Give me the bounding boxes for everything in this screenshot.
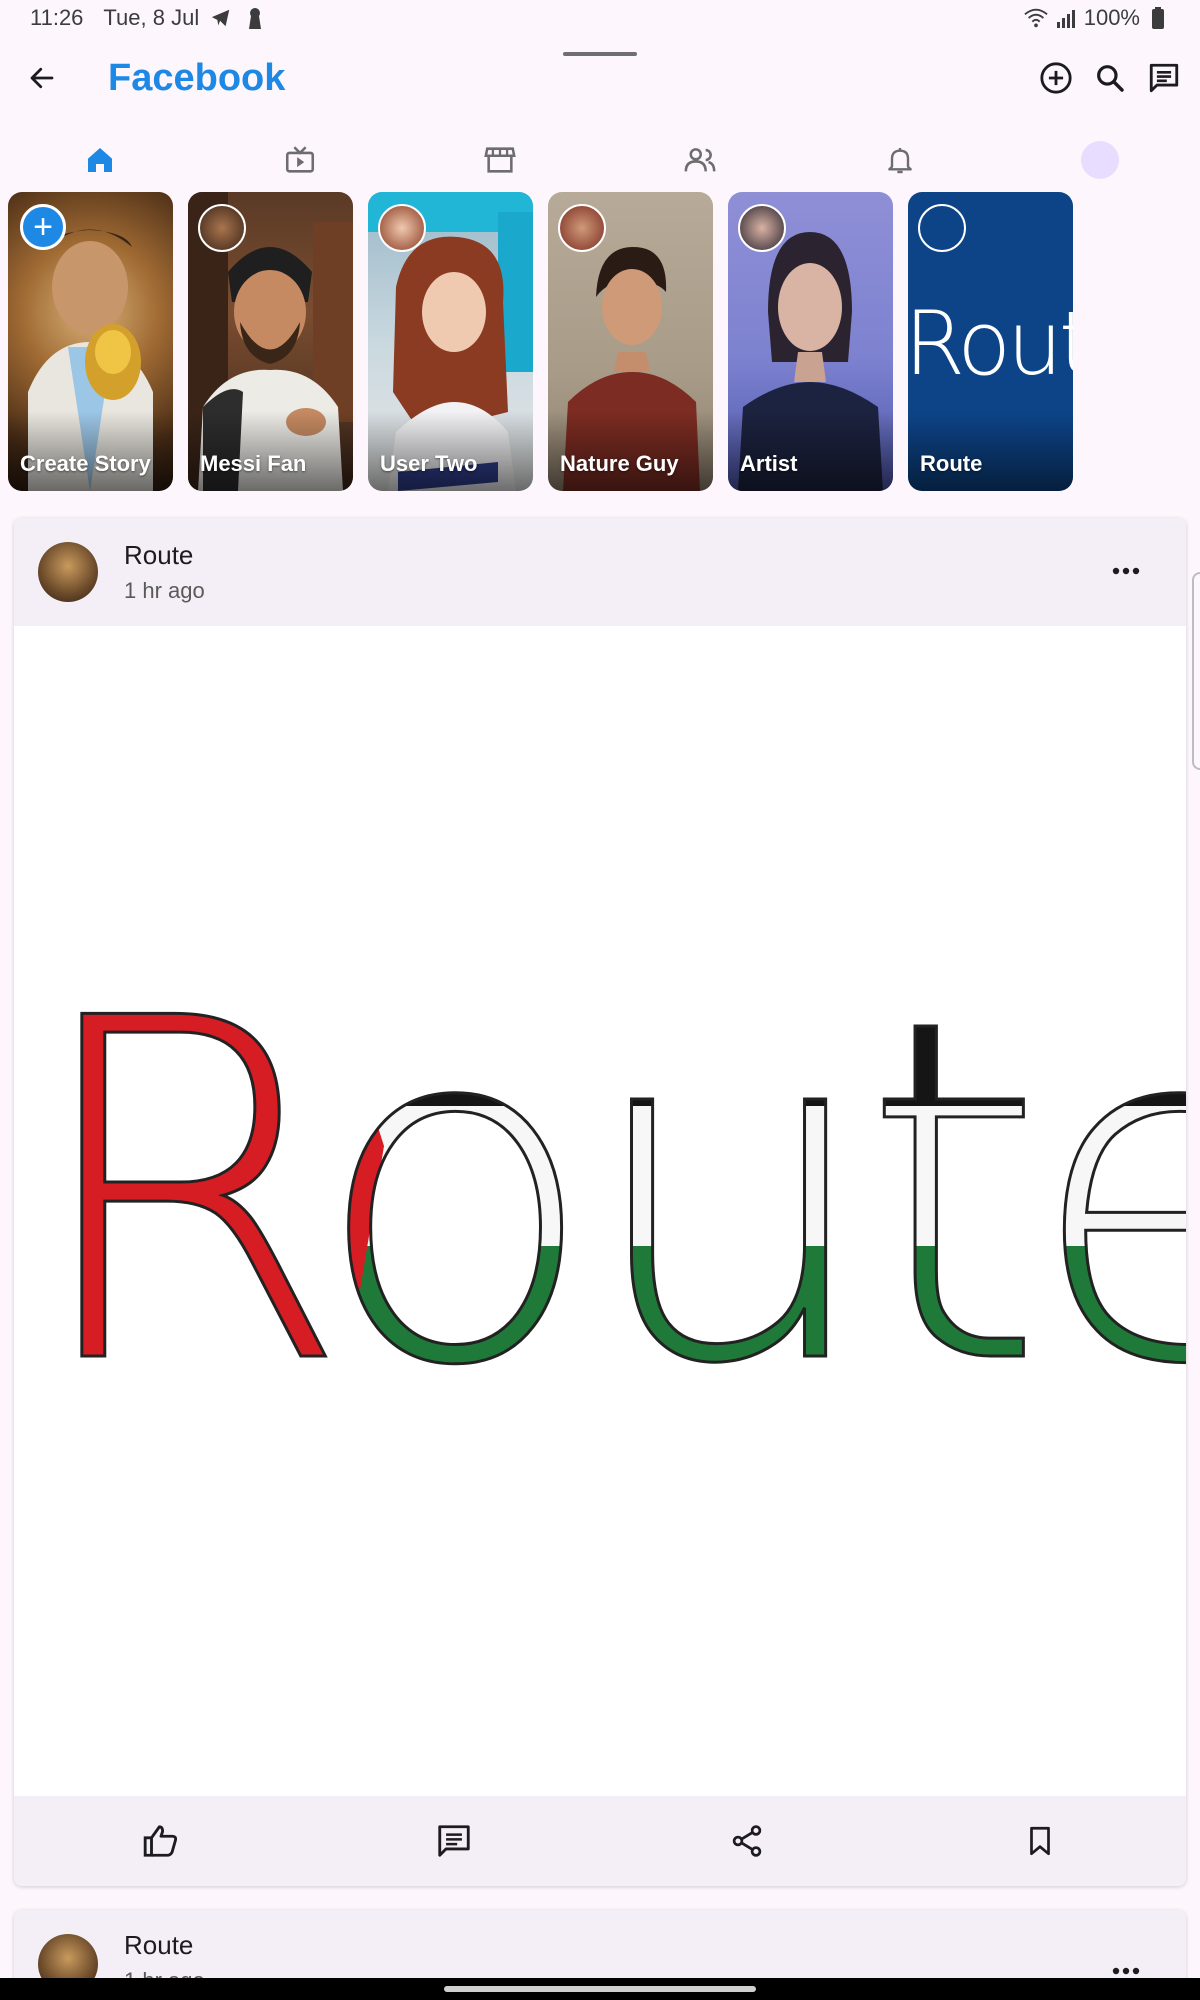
status-right: 100%: [1024, 5, 1170, 31]
comment-icon: [437, 1825, 470, 1857]
post-image-text: Route: [24, 920, 1186, 1467]
create-post-button[interactable]: [1034, 56, 1078, 100]
status-time: 11:26: [30, 5, 84, 30]
status-date: Tue, 8 Jul: [103, 5, 200, 30]
tab-profile[interactable]: [1000, 132, 1200, 188]
like-button[interactable]: [14, 1822, 307, 1860]
keyhole-icon: [243, 6, 267, 30]
post-author[interactable]: Route: [124, 1930, 193, 1961]
post-image[interactable]: Route Route: [14, 626, 1186, 1796]
home-gesture-handle[interactable]: [444, 1986, 756, 1992]
back-button[interactable]: [20, 56, 64, 100]
add-story-icon[interactable]: +: [20, 204, 66, 250]
status-bar: 11:26 Tue, 8 Jul 100%: [0, 0, 1200, 36]
story-create[interactable]: + Create Story: [8, 192, 173, 491]
story-avatar: [918, 204, 966, 252]
story-name: Route: [920, 451, 983, 476]
story-item[interactable]: User Two: [368, 192, 533, 491]
video-icon: [285, 146, 315, 173]
share-button[interactable]: [600, 1823, 893, 1859]
groups-icon: [684, 148, 716, 172]
more-horizontal-icon: [1112, 567, 1140, 575]
story-item[interactable]: Artist: [728, 192, 893, 491]
post-card: Route 1 hr ago Route Route: [14, 518, 1186, 1886]
post-time: 1 hr ago: [124, 578, 205, 603]
status-left: 11:26 Tue, 8 Jul: [30, 5, 267, 31]
app-title: Facebook: [108, 57, 286, 99]
story-item[interactable]: Messi Fan: [188, 192, 353, 491]
more-options-button[interactable]: [1106, 556, 1146, 586]
like-icon: [143, 1825, 177, 1857]
messenger-button[interactable]: [1142, 56, 1186, 100]
bookmark-icon: [1029, 1826, 1050, 1856]
comment-button[interactable]: [307, 1822, 600, 1860]
post-author[interactable]: Route: [124, 540, 193, 571]
battery-icon: [1146, 6, 1170, 30]
story-image-text: Route: [908, 292, 1073, 395]
post-header: Route 1 hr ago: [14, 518, 1186, 626]
tab-marketplace[interactable]: [400, 132, 600, 188]
tab-notifications[interactable]: [800, 132, 1000, 188]
post-actions: [14, 1796, 1186, 1886]
search-button[interactable]: [1088, 56, 1132, 100]
telegram-icon: [209, 6, 233, 30]
wifi-icon: [1024, 6, 1048, 30]
profile-avatar: [1081, 141, 1119, 179]
more-horizontal-icon: [1112, 1967, 1140, 1975]
story-item[interactable]: Nature Guy: [548, 192, 713, 491]
stories-row: + Create Story Messi Fan User Two Nature…: [8, 192, 1073, 492]
story-name: Artist: [740, 451, 798, 476]
arrow-back-icon: [30, 67, 54, 89]
author-avatar[interactable]: [38, 542, 98, 602]
story-name: Create Story: [20, 451, 151, 476]
system-nav-bar: [0, 1978, 1200, 2000]
tab-groups[interactable]: [600, 132, 800, 188]
story-avatar: [378, 204, 426, 252]
post-image-graphic: Route Route: [23, 919, 1186, 1469]
tab-watch[interactable]: [200, 132, 400, 188]
story-name: Nature Guy: [560, 451, 679, 476]
marketplace-icon: [484, 147, 516, 173]
app-actions: [1034, 56, 1186, 100]
search-icon: [1097, 65, 1124, 92]
tab-home[interactable]: [0, 132, 200, 188]
story-item[interactable]: Route Route: [908, 192, 1073, 491]
story-avatar: [558, 204, 606, 252]
signal-icon: [1054, 6, 1078, 30]
app-bar: Facebook: [0, 40, 1200, 116]
story-avatar: [738, 204, 786, 252]
tab-bar: [0, 132, 1200, 188]
battery-percent: 100%: [1083, 5, 1140, 30]
save-button[interactable]: [893, 1824, 1186, 1858]
story-name: User Two: [380, 451, 478, 476]
home-icon: [88, 148, 112, 172]
story-name: Messi Fan: [200, 451, 307, 476]
chat-icon: [1149, 63, 1179, 93]
bell-icon: [888, 148, 912, 174]
scrollbar[interactable]: [1192, 572, 1200, 770]
story-avatar: [198, 204, 246, 252]
share-icon: [732, 1825, 761, 1857]
add-circle-icon: [1040, 62, 1072, 94]
